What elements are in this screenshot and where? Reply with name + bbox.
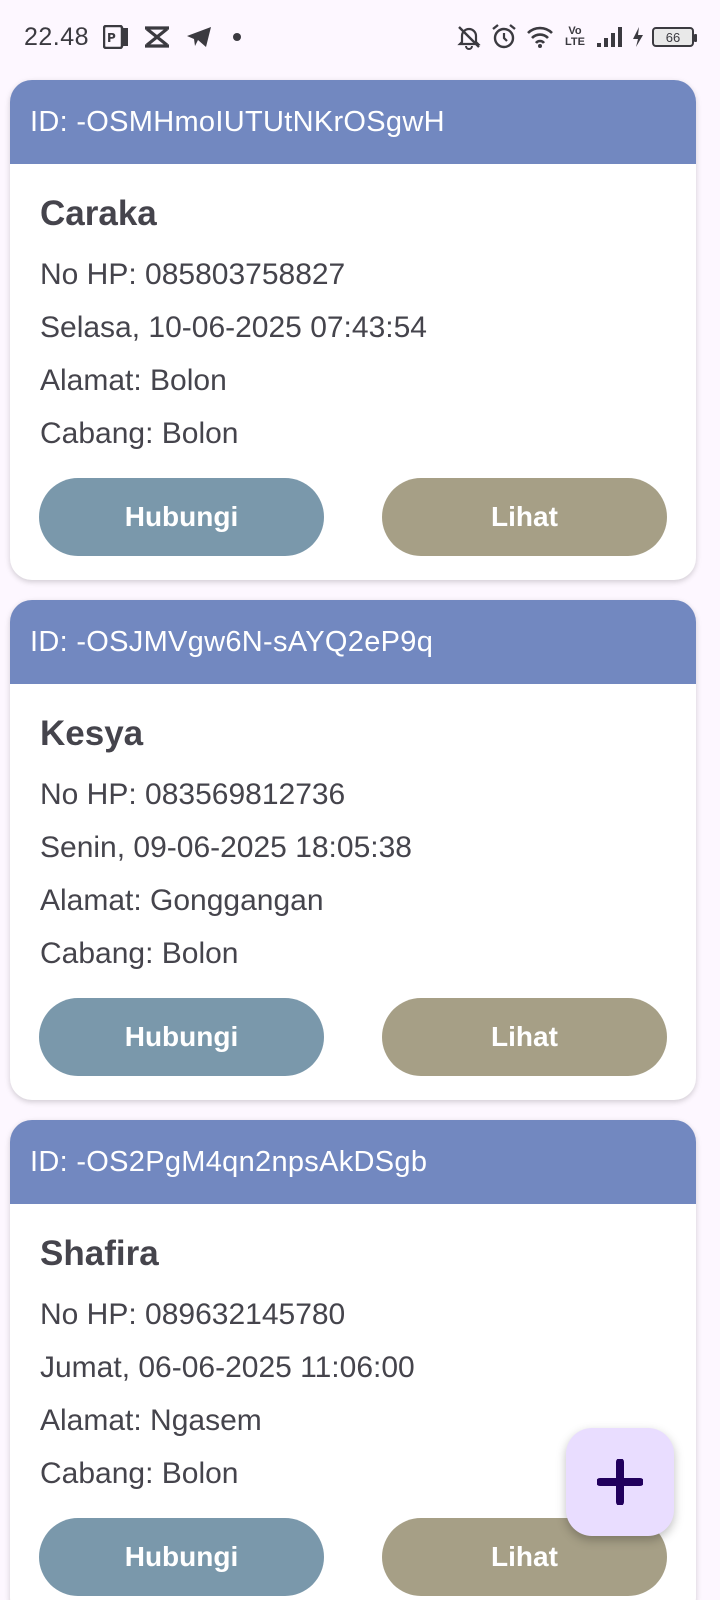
card-id-header: ID: -OSJMVgw6N-sAYQ2eP9q	[10, 600, 696, 684]
contact-button[interactable]: Hubungi	[39, 1518, 324, 1596]
status-time: 22.48	[24, 22, 90, 51]
card-body: Kesya No HP: 083569812736 Senin, 09-06-2…	[10, 684, 696, 980]
customer-datetime: Jumat, 06-06-2025 11:06:00	[40, 1351, 415, 1384]
customer-datetime: Senin, 09-06-2025 18:05:38	[40, 831, 412, 864]
view-button[interactable]: Lihat	[382, 998, 667, 1076]
pdf-icon: P	[103, 25, 129, 49]
card-id-header: ID: -OS2PgM4qn2npsAkDSgb	[10, 1120, 696, 1204]
battery-icon: 66	[652, 27, 697, 47]
status-bar-left: 22.48 P	[24, 23, 247, 52]
customer-phone: No HP: 085803758827	[40, 258, 346, 291]
card-actions: Hubungi Lihat	[39, 998, 667, 1076]
contact-button[interactable]: Hubungi	[39, 998, 324, 1076]
status-bar-right: Vo LTE 66	[456, 23, 697, 51]
status-bar: 22.48 P Vo LTE 66	[0, 0, 720, 74]
view-button[interactable]: Lihat	[382, 478, 667, 556]
charging-icon	[632, 26, 644, 48]
customer-card[interactable]: ID: -OSMHmoIUTUtNKrOSgwH Caraka No HP: 0…	[10, 80, 696, 580]
signal-icon	[596, 26, 624, 48]
customer-name: Kesya	[40, 714, 144, 753]
customer-phone: No HP: 083569812736	[40, 778, 346, 811]
customer-card[interactable]: ID: -OSJMVgw6N-sAYQ2eP9q Kesya No HP: 08…	[10, 600, 696, 1100]
volte-label: Vo LTE	[565, 25, 585, 48]
bell-off-icon	[456, 24, 482, 50]
customer-address: Alamat: Gonggangan	[40, 884, 324, 917]
customer-name: Shafira	[40, 1234, 159, 1273]
card-actions: Hubungi Lihat	[39, 478, 667, 556]
customer-name: Caraka	[40, 194, 157, 233]
x-app-icon	[143, 26, 171, 48]
notification-dot-icon	[227, 32, 247, 42]
card-id-header: ID: -OSMHmoIUTUtNKrOSgwH	[10, 80, 696, 164]
card-actions: Hubungi Lihat	[39, 1518, 667, 1596]
add-button[interactable]	[566, 1428, 674, 1536]
customer-phone: No HP: 089632145780	[40, 1298, 346, 1331]
customer-address: Alamat: Bolon	[40, 364, 227, 397]
customer-datetime: Selasa, 10-06-2025 07:43:54	[40, 311, 427, 344]
customer-branch: Cabang: Bolon	[40, 417, 239, 450]
wifi-icon	[526, 25, 554, 49]
svg-text:P: P	[107, 31, 116, 45]
customer-list: ID: -OSMHmoIUTUtNKrOSgwH Caraka No HP: 0…	[10, 80, 696, 1600]
contact-button[interactable]: Hubungi	[39, 478, 324, 556]
telegram-icon	[185, 25, 213, 49]
volte-icon: Vo LTE	[562, 26, 588, 48]
plus-icon	[597, 1459, 643, 1505]
alarm-icon	[490, 23, 518, 51]
customer-branch: Cabang: Bolon	[40, 937, 239, 970]
card-body: Caraka No HP: 085803758827 Selasa, 10-06…	[10, 164, 696, 460]
